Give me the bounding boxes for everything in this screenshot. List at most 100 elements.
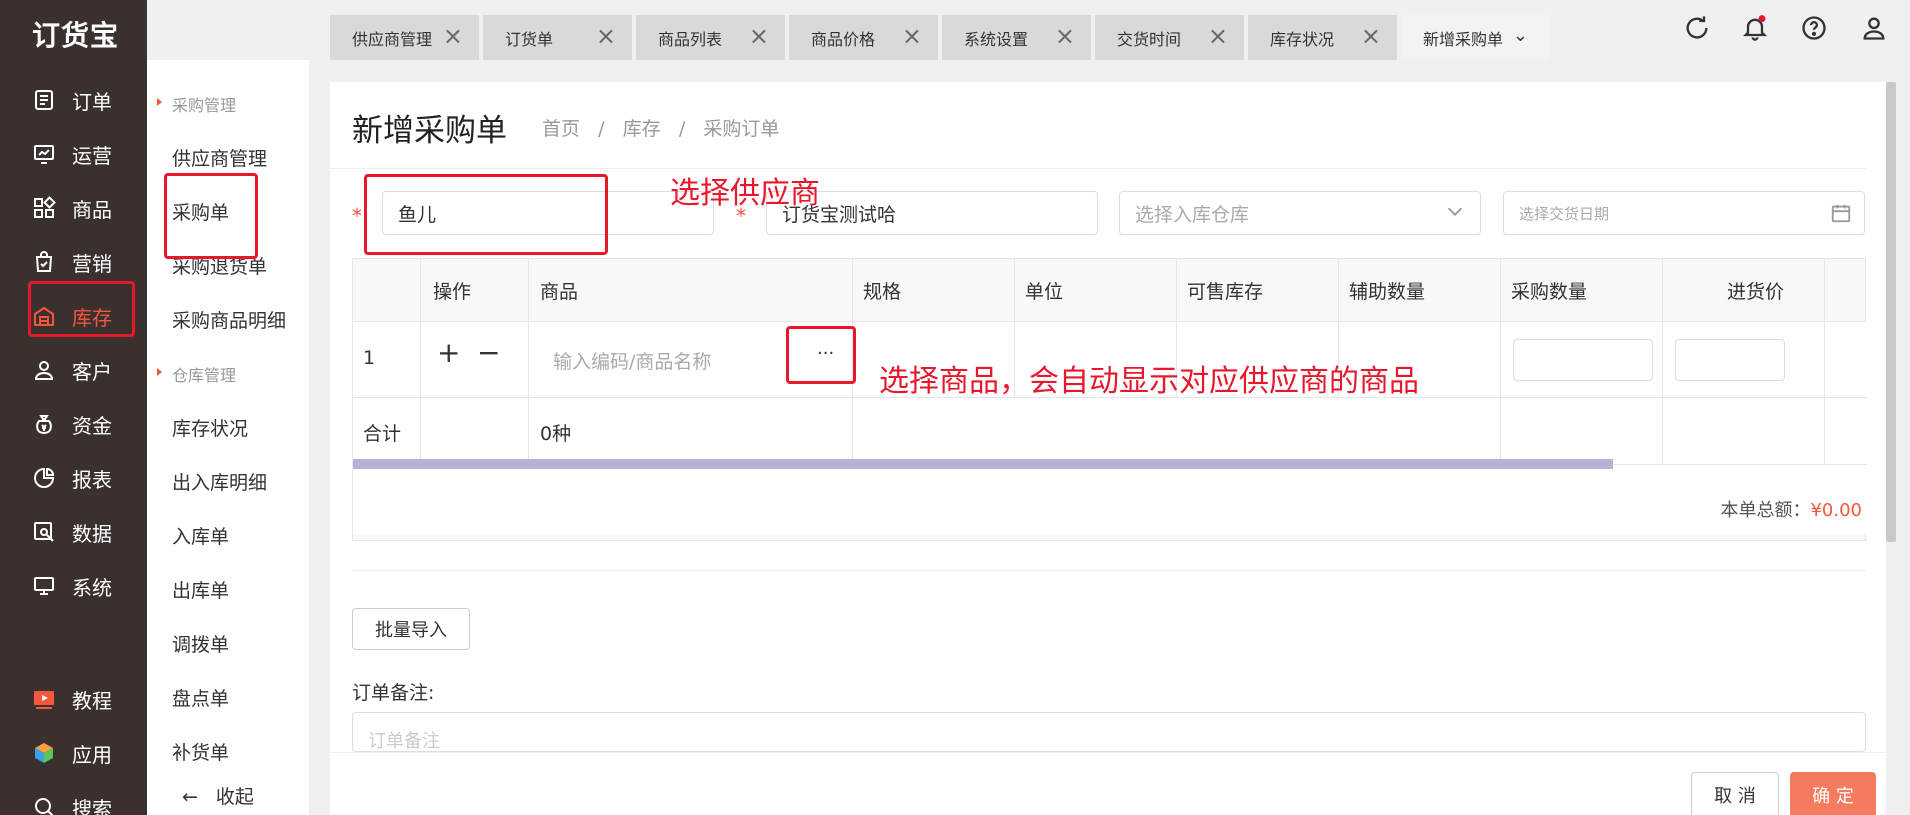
col-header-action: 操作 xyxy=(433,259,472,321)
tab-product-price[interactable]: 商品价格 × xyxy=(789,15,938,60)
highlight-purchase-order xyxy=(164,173,258,259)
nav-item-customer[interactable]: 客户 xyxy=(0,343,147,397)
vertical-scrollbar[interactable] xyxy=(1886,82,1896,542)
chevron-down-icon[interactable]: ⌄ xyxy=(1513,25,1528,46)
submenu-item-inout-detail[interactable]: 出入库明细 xyxy=(172,468,267,495)
submenu-item-stock-status[interactable]: 库存状况 xyxy=(172,414,248,441)
row-divider xyxy=(353,321,1867,322)
purchase-price-input[interactable] xyxy=(1675,339,1785,381)
submenu-group-warehouse[interactable]: 仓库管理 xyxy=(156,362,236,386)
submenu-item-supplier[interactable]: 供应商管理 xyxy=(172,144,267,171)
close-icon[interactable]: × xyxy=(596,24,616,48)
tab-label: 商品列表 xyxy=(658,29,723,49)
close-icon[interactable]: × xyxy=(902,24,922,48)
nav-item-tutorial[interactable]: 教程 xyxy=(0,672,147,726)
row-index: 1 xyxy=(363,347,376,369)
batch-import-button[interactable]: 批量导入 xyxy=(352,608,470,650)
remove-row-button[interactable]: − xyxy=(477,339,500,367)
cube-icon xyxy=(32,741,56,765)
nav-label: 报表 xyxy=(72,467,112,492)
close-icon[interactable]: × xyxy=(1361,24,1381,48)
annotation-product: 选择商品，会自动显示对应供应商的商品 xyxy=(879,364,1419,399)
horizontal-scrollbar[interactable] xyxy=(353,459,1613,469)
tab-product-list[interactable]: 商品列表 × xyxy=(636,15,785,60)
col-divider xyxy=(528,259,529,464)
nav-item-order[interactable]: 订单 xyxy=(0,73,147,127)
submenu-item-replenish[interactable]: 补货单 xyxy=(172,738,229,765)
col-header-aux-qty: 辅助数量 xyxy=(1349,259,1426,321)
delivery-date-picker[interactable]: 选择交货日期 xyxy=(1503,191,1865,235)
nav-label: 营销 xyxy=(72,251,112,276)
nav-item-system[interactable]: 系统 xyxy=(0,559,147,613)
nav-item-goods[interactable]: 商品 xyxy=(0,181,147,235)
tab-delivery-time[interactable]: 交货时间 × xyxy=(1095,15,1244,60)
tab-label: 库存状况 xyxy=(1270,29,1335,49)
nav-label: 教程 xyxy=(72,688,112,713)
money-bag-icon xyxy=(32,412,56,436)
highlight-more-button xyxy=(786,326,856,384)
product-search-input[interactable]: 输入编码/商品名称 xyxy=(553,347,711,374)
refresh-icon[interactable] xyxy=(1683,14,1711,44)
tab-orders[interactable]: 订货单 × xyxy=(483,15,632,60)
breadcrumb-home[interactable]: 首页 xyxy=(542,118,580,140)
tab-label: 新增采购单 xyxy=(1423,29,1504,49)
total-amount: ¥0.00 xyxy=(1810,500,1862,521)
app-logo: 订货宝 xyxy=(32,19,120,52)
order-icon xyxy=(32,88,56,112)
highlight-inventory xyxy=(28,281,135,337)
pie-chart-icon xyxy=(32,466,56,490)
warehouse-select[interactable]: 选择入库仓库 xyxy=(1119,191,1481,235)
breadcrumb: 首页 / 库存 / 采购订单 xyxy=(542,114,779,141)
remark-placeholder: 订单备注 xyxy=(368,731,440,752)
submenu-item-transfer[interactable]: 调拨单 xyxy=(172,630,229,657)
user-icon[interactable] xyxy=(1860,14,1888,44)
collapse-button[interactable]: ← 收起 xyxy=(182,782,254,809)
tab-settings[interactable]: 系统设置 × xyxy=(942,15,1091,60)
close-icon[interactable]: × xyxy=(1208,24,1228,48)
close-icon[interactable]: × xyxy=(443,24,463,48)
remark-textarea[interactable]: 订单备注 xyxy=(352,712,1866,752)
nav-item-search[interactable]: 搜索 xyxy=(0,780,147,815)
add-row-button[interactable]: + xyxy=(437,339,460,367)
col-divider xyxy=(1824,259,1825,464)
nav-item-apps[interactable]: 应用 xyxy=(0,726,147,780)
submenu-item-purchase-detail[interactable]: 采购商品明细 xyxy=(172,306,286,333)
tab-label: 订货单 xyxy=(505,29,554,49)
tab-label: 交货时间 xyxy=(1117,29,1182,49)
bell-icon[interactable] xyxy=(1741,14,1769,44)
close-icon[interactable]: × xyxy=(749,24,769,48)
close-icon[interactable]: × xyxy=(1055,24,1075,48)
col-header-purchase-price: 进货价 xyxy=(1727,259,1785,321)
tab-label: 商品价格 xyxy=(811,29,876,49)
date-placeholder: 选择交货日期 xyxy=(1519,204,1610,223)
nav-label: 搜索 xyxy=(72,796,112,815)
col-divider xyxy=(1500,259,1501,464)
col-divider xyxy=(1662,259,1663,464)
nav-item-operation[interactable]: 运营 xyxy=(0,127,147,181)
data-search-icon xyxy=(32,520,56,544)
grid-icon xyxy=(32,196,56,220)
calendar-icon xyxy=(1830,202,1852,228)
nav-label: 应用 xyxy=(72,742,112,767)
confirm-button[interactable]: 确 定 xyxy=(1790,772,1876,815)
nav-item-report[interactable]: 报表 xyxy=(0,451,147,505)
nav-item-data[interactable]: 数据 xyxy=(0,505,147,559)
submenu-item-outbound[interactable]: 出库单 xyxy=(172,576,229,603)
purchase-qty-input[interactable] xyxy=(1513,339,1653,381)
nav-item-funds[interactable]: 资金 xyxy=(0,397,147,451)
cancel-button[interactable]: 取 消 xyxy=(1691,772,1779,815)
submenu-item-inbound[interactable]: 入库单 xyxy=(172,522,229,549)
nav-label: 客户 xyxy=(72,359,112,384)
breadcrumb-current: 采购订单 xyxy=(703,118,780,140)
help-icon[interactable] xyxy=(1800,14,1828,44)
tab-stock-status[interactable]: 库存状况 × xyxy=(1248,15,1397,60)
arrow-left-icon: ← xyxy=(182,786,198,808)
tab-supplier[interactable]: 供应商管理 × xyxy=(330,15,479,60)
submenu-group-purchase[interactable]: 采购管理 xyxy=(156,92,236,116)
submenu-item-stocktake[interactable]: 盘点单 xyxy=(172,684,229,711)
breadcrumb-inventory[interactable]: 库存 xyxy=(623,118,661,140)
search-icon xyxy=(32,795,56,815)
divider xyxy=(352,570,1866,571)
tab-new-purchase[interactable]: 新增采购单 ⌄ xyxy=(1401,15,1550,60)
col-header-spec: 规格 xyxy=(863,259,902,321)
